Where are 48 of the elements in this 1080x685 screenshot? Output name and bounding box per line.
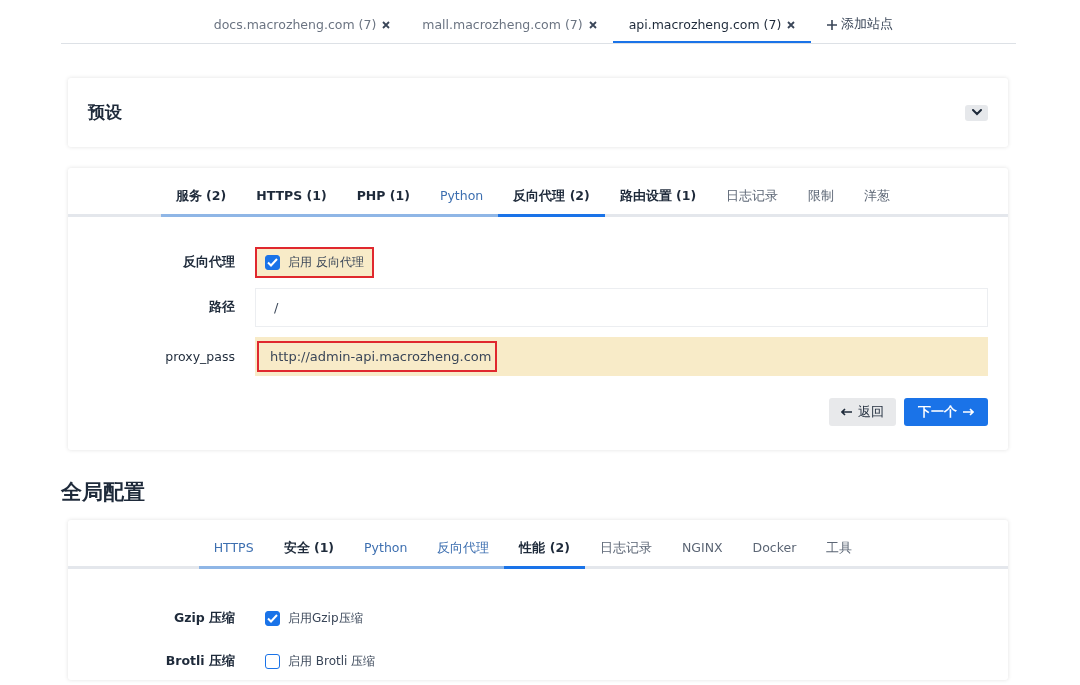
field-label: 路径 xyxy=(208,299,235,316)
checkbox-option[interactable]: 启用 反向代理 xyxy=(255,247,374,278)
config-tab[interactable]: Python xyxy=(349,534,423,569)
config-tab[interactable]: Python xyxy=(424,182,499,217)
config-tab[interactable]: PHP (1) xyxy=(341,182,425,217)
next-button[interactable]: 下一个 xyxy=(904,398,988,426)
config-tab[interactable]: 反向代理 (2) xyxy=(498,182,605,217)
field-label: proxy_pass xyxy=(164,349,235,364)
config-tab[interactable]: HTTPS xyxy=(198,534,269,569)
site-tab[interactable]: api.macrozheng.com (7) xyxy=(612,8,812,43)
config-tab[interactable]: 服务 (2) xyxy=(160,182,242,217)
field-label: Brotli 压缩 xyxy=(164,653,235,670)
field-label: Gzip 压缩 xyxy=(172,610,235,627)
chevron-icon xyxy=(971,109,982,116)
section-heading: 全局配置 xyxy=(61,479,146,506)
field-value: http://admin-api.macrozheng.com xyxy=(257,341,498,372)
presets-title: 预设 xyxy=(88,101,122,124)
checkbox-option[interactable]: 启用Gzip压缩 xyxy=(255,603,373,634)
config-tab[interactable]: 限制 xyxy=(793,182,850,217)
config-tab[interactable]: HTTPS (1) xyxy=(241,182,342,217)
checkmark-icon xyxy=(267,614,278,623)
checkmark-icon xyxy=(267,258,278,267)
expand-button[interactable] xyxy=(965,104,988,121)
config-tab[interactable]: 日志记录 xyxy=(584,534,667,569)
field-value: / xyxy=(273,299,280,317)
config-tab[interactable]: 性能 (2) xyxy=(504,534,585,569)
config-tab[interactable]: 路由设置 (1) xyxy=(604,182,712,217)
add-site-tab[interactable]: 添加站点 xyxy=(811,8,910,43)
config-tab[interactable]: 反向代理 xyxy=(422,534,505,569)
config-tab[interactable]: 日志记录 xyxy=(711,182,794,217)
text-field[interactable]: http://admin-api.macrozheng.com xyxy=(255,337,988,376)
site-tab[interactable]: docs.macrozheng.com (7) xyxy=(197,8,407,43)
plus-icon xyxy=(827,19,838,30)
close-icon xyxy=(787,20,796,29)
site-tab[interactable]: mall.macrozheng.com (7) xyxy=(406,8,613,43)
config-tab[interactable]: 工具 xyxy=(811,534,868,569)
left-arrow-icon xyxy=(841,408,852,416)
right-arrow-icon xyxy=(963,408,974,416)
text-field[interactable]: / xyxy=(255,288,988,327)
config-tab[interactable]: Docker xyxy=(737,534,812,569)
config-tab[interactable]: 安全 (1) xyxy=(268,534,350,569)
field-label: 反向代理 xyxy=(182,254,235,271)
checkbox-option[interactable]: 启用 Brotli 压缩 xyxy=(255,646,386,677)
close-icon xyxy=(588,20,597,29)
config-tab[interactable]: NGINX xyxy=(666,534,738,569)
close-icon xyxy=(382,20,391,29)
back-button[interactable]: 返回 xyxy=(829,398,896,426)
config-tab[interactable]: 洋葱 xyxy=(849,182,906,217)
